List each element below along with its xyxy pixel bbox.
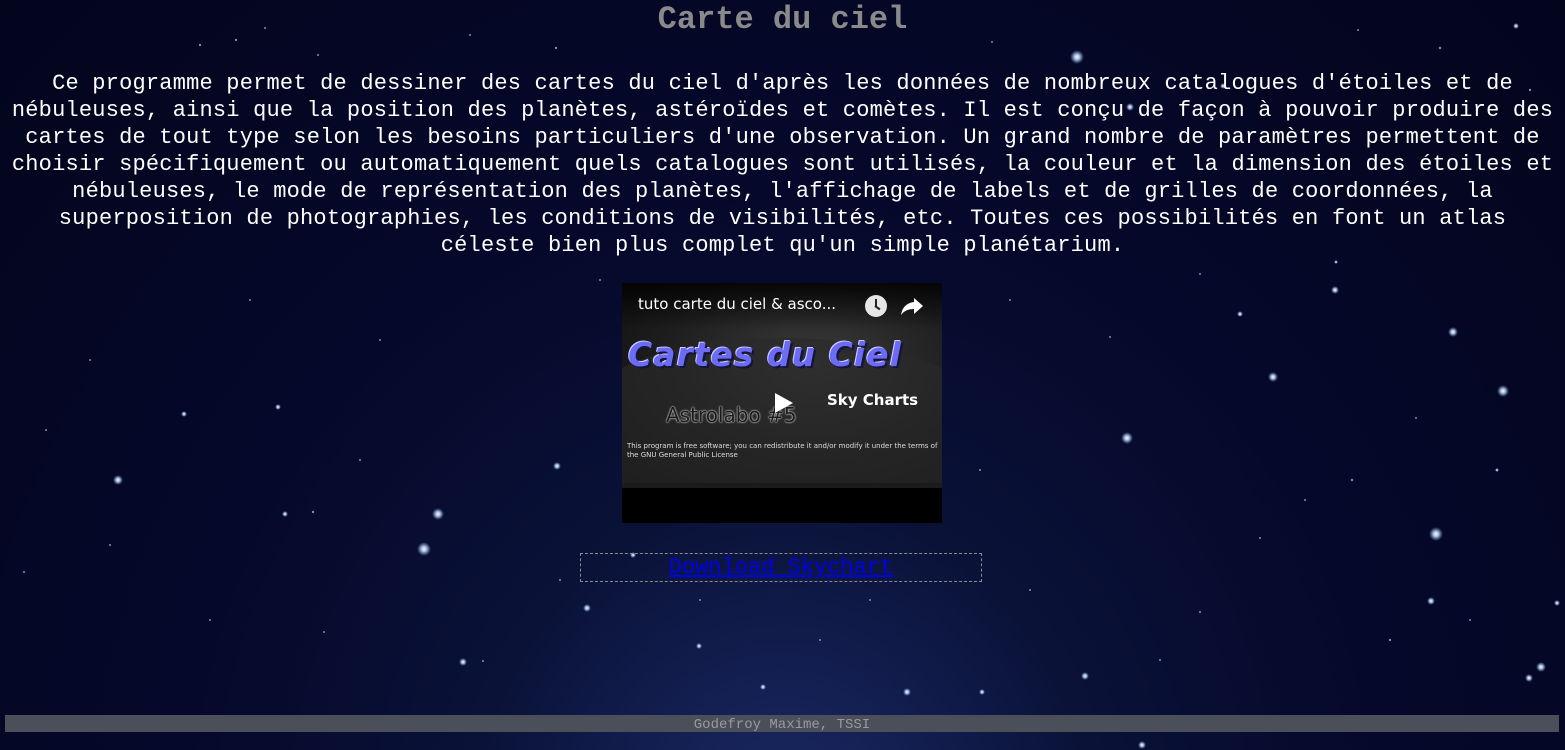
page-content: Carte du ciel Ce programme permet de des… [0, 0, 1565, 259]
footer: Godefroy Maxime, TSSI [5, 715, 1559, 733]
page-title: Carte du ciel [657, 1, 908, 38]
thumbnail-title: Cartes du Ciel [628, 335, 902, 374]
intro-paragraph: Ce programme permet de dessiner des cart… [11, 71, 1554, 258]
share-icon[interactable] [900, 295, 924, 317]
video-embed[interactable]: Cartes du Ciel Astrolabo #5 Sky Charts T… [622, 283, 942, 523]
play-icon[interactable] [775, 393, 793, 413]
thumbnail-brand: Sky Charts [827, 391, 919, 409]
download-box: Download Skychart [580, 553, 982, 582]
thumbnail-license: This program is free software; you can r… [627, 442, 938, 459]
download-link[interactable]: Download Skychart [669, 555, 893, 581]
video-title[interactable]: tuto carte du ciel & asco... [638, 295, 836, 313]
footer-credit: Godefroy Maxime, TSSI [693, 717, 871, 733]
watch-later-icon[interactable] [865, 295, 887, 317]
